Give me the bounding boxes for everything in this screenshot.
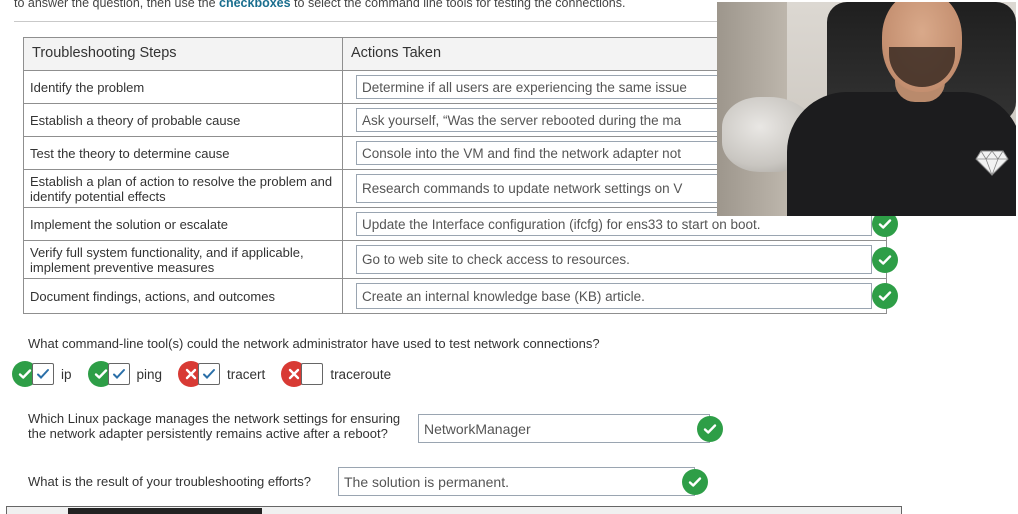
bottom-tab — [68, 508, 262, 514]
tool-option-traceroute[interactable]: traceroute — [281, 361, 391, 387]
tool-label: ip — [61, 366, 72, 382]
question-command-line-tools: What command-line tool(s) could the netw… — [28, 336, 600, 351]
step-label: Implement the solution or escalate — [24, 208, 343, 240]
package-answer-dropdown[interactable]: NetworkManager — [418, 414, 710, 443]
instructions-text: to answer the question, then use the che… — [14, 0, 734, 10]
action-dropdown[interactable]: Create an internal knowledge base (KB) a… — [356, 283, 872, 309]
header-actions-taken: Actions Taken — [351, 45, 442, 61]
result-answer-dropdown[interactable]: The solution is permanent. — [338, 467, 695, 496]
tool-label: ping — [136, 366, 163, 382]
step-label: Document findings, actions, and outcomes — [24, 279, 343, 313]
tool-label: traceroute — [330, 366, 392, 382]
correct-check-icon — [682, 469, 708, 495]
step-label: Verify full system functionality, and if… — [24, 241, 343, 278]
question-troubleshooting-result: What is the result of your troubleshooti… — [28, 474, 312, 489]
table-row: Document findings, actions, and outcomes… — [24, 279, 898, 313]
header-troubleshooting-steps: Troubleshooting Steps — [24, 38, 343, 70]
tool-option-ip[interactable]: ip — [12, 361, 72, 387]
step-label: Establish a theory of probable cause — [24, 104, 343, 136]
checkbox-ping[interactable] — [107, 363, 130, 385]
checkbox-ip[interactable] — [32, 363, 54, 385]
checkbox-tracert[interactable] — [198, 363, 221, 385]
tool-label: tracert — [227, 366, 266, 382]
tool-option-tracert[interactable]: tracert — [178, 361, 265, 387]
action-dropdown[interactable]: Go to web site to check access to resour… — [356, 245, 872, 274]
table-row: Verify full system functionality, and if… — [24, 241, 898, 279]
correct-check-icon — [872, 283, 898, 309]
webcam-overlay — [717, 2, 1016, 216]
correct-check-icon — [872, 246, 898, 273]
checkbox-traceroute[interactable] — [301, 363, 324, 385]
question-linux-package: Which Linux package manages the network … — [28, 411, 401, 441]
step-label: Test the theory to determine cause — [24, 137, 343, 169]
step-label: Establish a plan of action to resolve th… — [24, 170, 343, 207]
correct-check-icon — [697, 416, 723, 442]
tool-checkbox-group: ip ping tracert traceroute — [12, 361, 407, 387]
checkboxes-keyword: checkboxes — [219, 0, 291, 10]
diamond-logo-icon — [975, 150, 1009, 177]
step-label: Identify the problem — [24, 71, 343, 103]
tool-option-ping[interactable]: ping — [87, 361, 163, 387]
